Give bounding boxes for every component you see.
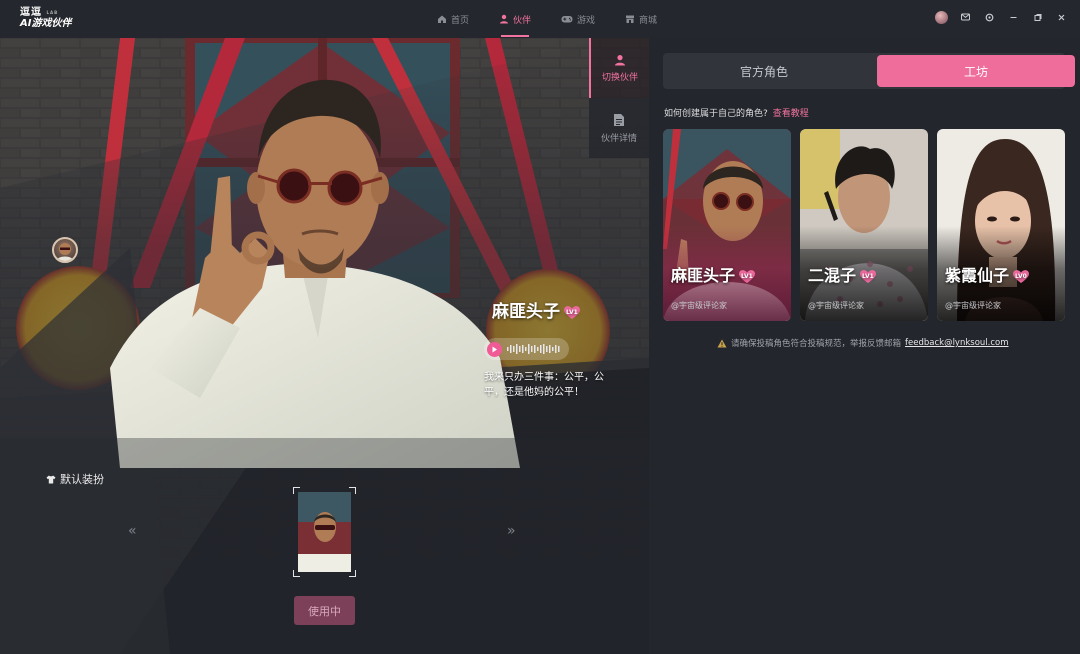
role-card[interactable]: 麻匪头子 LV1 @宇宙级评论家 bbox=[663, 129, 791, 321]
minimize-icon[interactable] bbox=[1006, 10, 1020, 24]
role-source-tabs: 官方角色 工坊 bbox=[663, 53, 1075, 89]
level-badge: LV1 bbox=[738, 269, 756, 284]
logo-superscript: LAB bbox=[46, 10, 59, 15]
close-icon[interactable] bbox=[1054, 10, 1068, 24]
play-icon[interactable] bbox=[487, 341, 502, 357]
role-card[interactable]: 紫霞仙子 LV0 @宇宙级评论家 bbox=[937, 129, 1065, 321]
logo-line-1: 逗逗 LAB bbox=[20, 7, 59, 18]
previous-outfit-icon[interactable]: « bbox=[128, 523, 137, 539]
nav-item-partner[interactable]: 伙伴 bbox=[484, 0, 546, 38]
nav-item-label: 商城 bbox=[639, 15, 658, 26]
level-badge: LV1 bbox=[563, 305, 581, 320]
user-avatar[interactable] bbox=[934, 10, 948, 24]
role-card[interactable]: 二混子 LV1 @宇宙级评论家 bbox=[800, 129, 928, 321]
settings-icon[interactable] bbox=[982, 10, 996, 24]
level-text: LV1 bbox=[741, 273, 753, 280]
role-card-name: 麻匪头子 LV1 bbox=[671, 262, 756, 286]
outfit-thumbnail[interactable] bbox=[293, 487, 356, 577]
role-card-author: @宇宙级评论家 bbox=[808, 301, 864, 310]
shirt-icon bbox=[46, 475, 56, 483]
in-use-button[interactable]: 使用中 bbox=[294, 596, 355, 625]
level-badge: LV1 bbox=[859, 269, 877, 284]
character-name-text: 麻匪头子 bbox=[492, 302, 560, 322]
side-tabs: 切换伙伴 伙伴详情 bbox=[589, 38, 649, 158]
outfit-section-label: 默认装扮 bbox=[46, 471, 104, 487]
tab-workshop[interactable]: 工坊 bbox=[877, 55, 1075, 87]
howto-line: 如何创建属于自己的角色? 查看教程 bbox=[664, 106, 809, 119]
role-card-name-text: 紫霞仙子 bbox=[945, 266, 1010, 285]
avatar-image bbox=[56, 243, 74, 261]
howto-text: 如何创建属于自己的角色? bbox=[664, 109, 768, 119]
document-icon bbox=[614, 113, 624, 126]
level-text: LV1 bbox=[862, 273, 874, 280]
tab-label: 伙伴详情 bbox=[600, 133, 637, 144]
next-outfit-icon[interactable]: » bbox=[507, 523, 516, 539]
level-text: LV1 bbox=[566, 308, 578, 316]
submission-notice: 请确保投稿角色符合投稿规范，举报反馈邮箱 feedback@lynksoul.co… bbox=[717, 337, 1009, 349]
character-name: 麻匪头子 LV1 bbox=[492, 297, 581, 322]
tab-official-roles[interactable]: 官方角色 bbox=[665, 55, 863, 87]
nav-item-games[interactable]: 游戏 bbox=[546, 0, 610, 38]
window-controls bbox=[934, 10, 1068, 24]
notice-text: 请确保投稿角色符合投稿规范，举报反馈邮箱 bbox=[731, 339, 902, 349]
tab-label: 切换伙伴 bbox=[601, 72, 638, 83]
role-card-name: 二混子 LV1 bbox=[808, 262, 877, 286]
tab-partner-details[interactable]: 伙伴详情 bbox=[589, 98, 649, 158]
app-logo[interactable]: 逗逗 LAB AI游戏伙伴 bbox=[20, 8, 80, 30]
nav-item-label: 游戏 bbox=[577, 15, 596, 26]
nav-item-store[interactable]: 商城 bbox=[610, 0, 672, 38]
home-icon bbox=[438, 15, 446, 23]
role-card-name-text: 麻匪头子 bbox=[671, 266, 736, 285]
nav-item-label: 伙伴 bbox=[513, 15, 532, 26]
role-card-author: @宇宙级评论家 bbox=[945, 301, 1001, 310]
top-bar: 逗逗 LAB AI游戏伙伴 首页 伙伴 游戏 商城 bbox=[0, 0, 1080, 38]
main-nav: 首页 伙伴 游戏 商城 bbox=[422, 0, 672, 38]
voice-player[interactable] bbox=[484, 338, 569, 360]
waveform-icon bbox=[507, 344, 560, 354]
role-card-name: 紫霞仙子 LV0 bbox=[945, 262, 1030, 286]
partner-panel: 官方角色 工坊 如何创建属于自己的角色? 查看教程 麻匪头子 LV1 @宇宙级评论… bbox=[649, 38, 1080, 654]
nav-item-label: 首页 bbox=[451, 15, 470, 26]
person-icon bbox=[500, 14, 509, 24]
avatar-image bbox=[934, 10, 948, 24]
role-card-name-text: 二混子 bbox=[808, 266, 857, 285]
warning-icon bbox=[717, 339, 727, 347]
person-icon bbox=[615, 54, 625, 65]
outfit-label-text: 默认装扮 bbox=[60, 473, 104, 486]
role-card-author: @宇宙级评论家 bbox=[671, 301, 727, 310]
tutorial-link[interactable]: 查看教程 bbox=[773, 109, 809, 119]
outfit-thumbnail-image bbox=[298, 492, 351, 572]
character-stage: 切换伙伴 伙伴详情 麻匪头子 LV1 我来只办三件事：公平，公平，还是他妈的公平… bbox=[0, 38, 649, 654]
restore-icon[interactable] bbox=[1030, 10, 1044, 24]
gamepad-icon bbox=[561, 16, 573, 23]
tab-switch-partner[interactable]: 切换伙伴 bbox=[589, 38, 649, 98]
mail-icon[interactable] bbox=[958, 10, 972, 24]
feedback-email-link[interactable]: feedback@lynksoul.com bbox=[905, 338, 1008, 348]
partner-mini-avatar[interactable] bbox=[52, 237, 78, 263]
store-icon bbox=[626, 15, 635, 23]
level-badge: LV0 bbox=[1012, 269, 1030, 284]
logo-line-2: AI游戏伙伴 bbox=[20, 18, 72, 29]
character-quote: 我来只办三件事：公平，公平，还是他妈的公平！ bbox=[484, 372, 604, 398]
level-text: LV0 bbox=[1015, 273, 1027, 280]
nav-item-home[interactable]: 首页 bbox=[422, 0, 484, 38]
